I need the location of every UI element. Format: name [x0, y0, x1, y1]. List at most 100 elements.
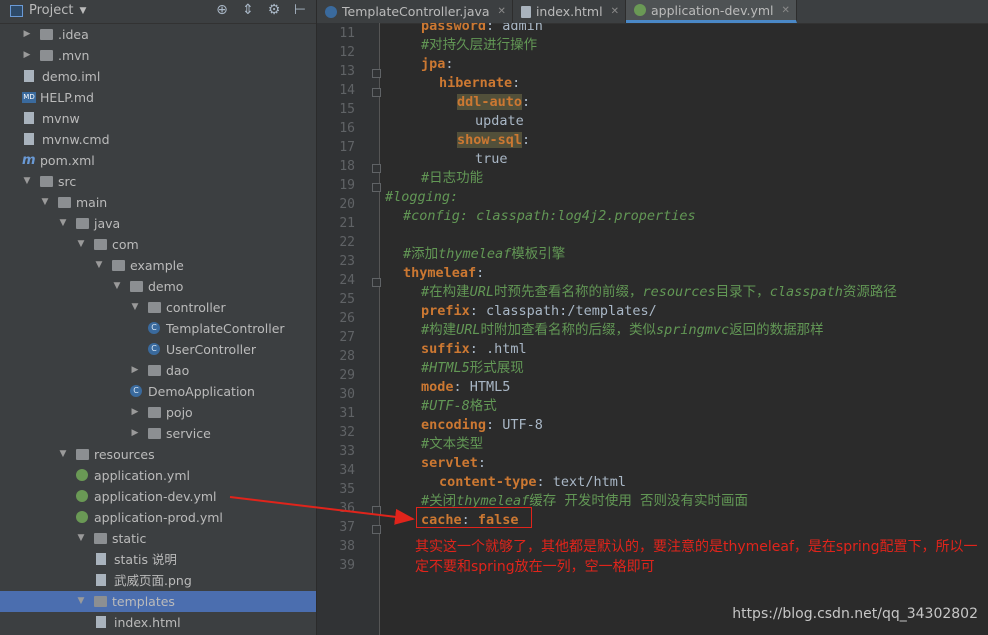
expand-down-icon[interactable]: ▼ [22, 171, 32, 192]
tree-item[interactable]: index.html [0, 612, 316, 633]
tree-item[interactable]: application-dev.yml [0, 486, 316, 507]
code-line: show-sql: [457, 131, 530, 150]
line-number: 12 [339, 45, 355, 60]
yml-icon [76, 469, 88, 481]
expand-down-icon[interactable]: ▼ [76, 528, 86, 549]
fold-marker-icon[interactable] [372, 164, 381, 173]
line-number: 39 [339, 558, 355, 573]
tree-item[interactable]: ▼ main [0, 192, 316, 213]
code-token: show-sql [457, 132, 523, 148]
package-icon [148, 407, 161, 418]
folder-icon [94, 596, 107, 607]
expand-right-icon[interactable]: ▶ [22, 45, 32, 66]
fold-marker-icon[interactable] [372, 88, 381, 97]
package-icon [130, 281, 143, 292]
expand-down-icon[interactable]: ▼ [94, 255, 104, 276]
tree-item[interactable]: ▼ example [0, 255, 316, 276]
expand-down-icon[interactable]: ▼ [112, 276, 122, 297]
tree-item[interactable]: m pom.xml [0, 150, 316, 171]
expand-down-icon[interactable]: ▼ [130, 297, 140, 318]
scroll-from-source-icon[interactable]: ⊕ [214, 2, 230, 18]
folder-icon [76, 218, 89, 229]
class-icon: C [148, 343, 160, 355]
tree-item[interactable]: C DemoApplication [0, 381, 316, 402]
collapse-all-icon[interactable]: ⇕ [240, 2, 256, 18]
close-icon[interactable]: ✕ [498, 0, 506, 23]
expand-down-icon[interactable]: ▼ [76, 234, 86, 255]
hide-panel-icon[interactable]: ⊢ [292, 2, 308, 18]
expand-down-icon[interactable]: ▼ [76, 591, 86, 612]
tree-item[interactable]: ▼ templates [0, 591, 316, 612]
fold-marker-icon[interactable] [372, 525, 381, 534]
tree-item-label: main [76, 195, 108, 210]
editor-tab-label: index.html [535, 4, 603, 19]
yml-icon [76, 511, 88, 523]
close-icon[interactable]: ✕ [782, 0, 790, 22]
tree-item[interactable]: 武威页面.png [0, 570, 316, 591]
expand-down-icon[interactable]: ▼ [40, 192, 50, 213]
tree-item-label: pojo [166, 405, 193, 420]
tree-item[interactable]: ▶ dao [0, 360, 316, 381]
line-number: 29 [339, 368, 355, 383]
expand-right-icon[interactable]: ▶ [130, 360, 140, 381]
editor-tab[interactable]: index.html ✕ [513, 0, 626, 23]
tree-item[interactable]: ▶ pojo [0, 402, 316, 423]
tree-item-label: static [112, 531, 147, 546]
expand-down-icon[interactable]: ▼ [58, 213, 68, 234]
tree-item[interactable]: ▶ .mvn [0, 45, 316, 66]
expand-right-icon[interactable]: ▶ [22, 24, 32, 45]
close-icon[interactable]: ✕ [611, 0, 619, 23]
tree-item[interactable]: ▼ com [0, 234, 316, 255]
tree-item[interactable]: application.yml [0, 465, 316, 486]
tree-item-label: application-dev.yml [94, 489, 217, 504]
code-token: : [477, 455, 487, 471]
expand-right-icon[interactable]: ▶ [130, 423, 140, 444]
fold-marker-icon[interactable] [372, 278, 381, 287]
fold-marker-icon[interactable] [372, 183, 381, 192]
gear-icon[interactable]: ⚙ [266, 2, 282, 18]
tree-item[interactable]: C TemplateController [0, 318, 316, 339]
tree-item[interactable]: application-prod.yml [0, 507, 316, 528]
line-number: 13 [339, 64, 355, 79]
file-icon [520, 5, 531, 18]
line-number: 18 [339, 159, 355, 174]
highlight-box [416, 507, 532, 528]
tree-item[interactable]: ▼ java [0, 213, 316, 234]
tree-item[interactable]: ▼ static [0, 528, 316, 549]
line-number: 27 [339, 330, 355, 345]
package-icon [112, 260, 125, 271]
tree-item[interactable]: ▶ .idea [0, 24, 316, 45]
code-line: suffix: .html [421, 340, 527, 359]
editor-tab[interactable]: TemplateController.java ✕ [317, 0, 513, 23]
editor-tab[interactable]: application-dev.yml ✕ [625, 0, 797, 23]
expand-down-icon[interactable]: ▼ [58, 444, 68, 465]
tree-item[interactable]: ▼ demo [0, 276, 316, 297]
code-line: #config: classpath:log4j2.properties [403, 207, 696, 226]
editor-tab-label: TemplateController.java [342, 4, 490, 19]
code-line: #添加thymeleaf模板引擎 [403, 245, 565, 264]
tree-item[interactable]: mvnw.cmd [0, 129, 316, 150]
class-icon: C [148, 322, 160, 334]
fold-marker-icon[interactable] [372, 506, 381, 515]
tree-item[interactable]: statis 说明 [0, 549, 316, 570]
code-token: jpa [421, 56, 446, 72]
code-line: servlet: [421, 454, 486, 473]
line-number: 24 [339, 273, 355, 288]
folder-icon [94, 533, 107, 544]
line-number: 16 [339, 121, 355, 136]
tree-item[interactable]: mvnw [0, 108, 316, 129]
tree-item-label: src [58, 174, 77, 189]
expand-right-icon[interactable]: ▶ [130, 402, 140, 423]
project-view-selector[interactable]: Project ▼ [10, 3, 86, 18]
tree-item[interactable]: ▼ resources [0, 444, 316, 465]
fold-marker-icon[interactable] [372, 69, 381, 78]
tree-item[interactable]: ▶ service [0, 423, 316, 444]
tree-item[interactable]: C UserController [0, 339, 316, 360]
code-token: #构建 [421, 322, 457, 338]
tree-item[interactable]: ▼ src [0, 171, 316, 192]
tree-item[interactable]: demo.iml [0, 66, 316, 87]
code-token: ddl-auto [457, 94, 523, 110]
tree-item[interactable]: MD HELP.md [0, 87, 316, 108]
tree-item[interactable]: ▼ controller [0, 297, 316, 318]
code-token: mode [421, 379, 454, 395]
